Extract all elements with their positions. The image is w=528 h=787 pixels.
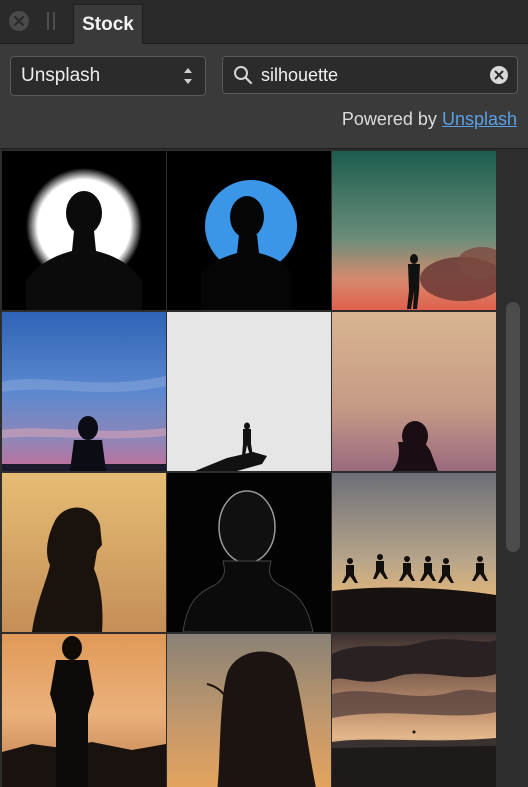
updown-arrows-icon bbox=[184, 68, 192, 84]
search-field[interactable] bbox=[222, 56, 518, 94]
unsplash-link[interactable]: Unsplash bbox=[442, 109, 517, 129]
search-input[interactable] bbox=[261, 57, 471, 93]
thumbnail-woman-hair-sunset[interactable] bbox=[167, 634, 331, 787]
thumbnail-image bbox=[2, 151, 166, 310]
thumbnail-image bbox=[2, 473, 166, 632]
thumbnail-cloudy-sea-sunset[interactable] bbox=[332, 634, 496, 787]
search-icon bbox=[234, 66, 253, 85]
thumbnail-image bbox=[332, 312, 496, 471]
thumbnail-image bbox=[167, 151, 331, 310]
grid-scrollbar[interactable] bbox=[506, 302, 520, 552]
source-select[interactable]: Unsplash bbox=[10, 56, 206, 96]
thumbnail-person-standing-teal-sky[interactable] bbox=[332, 151, 496, 310]
thumbnail-portrait-white-circle[interactable] bbox=[2, 151, 166, 310]
thumbnail-person-on-rock-white[interactable] bbox=[167, 312, 331, 471]
panel-tab-bar: Stock bbox=[0, 0, 528, 44]
tab-stock[interactable]: Stock bbox=[73, 4, 143, 44]
stock-image-grid bbox=[0, 148, 528, 787]
thumbnail-person-blue-sky[interactable] bbox=[2, 312, 166, 471]
clear-search-button[interactable] bbox=[490, 66, 508, 84]
powered-by-text: Powered by Unsplash bbox=[342, 109, 517, 130]
thumbnail-woman-profile-sunset[interactable] bbox=[2, 473, 166, 632]
close-panel-button[interactable] bbox=[9, 11, 29, 31]
thumbnail-image bbox=[332, 151, 496, 310]
clear-icon bbox=[494, 70, 504, 80]
thumbnail-image bbox=[167, 473, 331, 632]
thumbnail-woman-dusk-sky[interactable] bbox=[332, 312, 496, 471]
close-icon bbox=[13, 15, 25, 27]
thumbnail-man-backlit-dark[interactable] bbox=[167, 473, 331, 632]
source-select-value: Unsplash bbox=[21, 65, 101, 86]
powered-by-label: Powered by bbox=[341, 109, 437, 129]
thumbnail-image bbox=[332, 473, 496, 632]
thumbnail-man-standing-sunset[interactable] bbox=[2, 634, 166, 787]
thumbnail-image bbox=[2, 312, 166, 471]
thumbnail-people-jumping-sunset[interactable] bbox=[332, 473, 496, 632]
thumbnail-portrait-blue-circle[interactable] bbox=[167, 151, 331, 310]
thumbnail-image bbox=[167, 312, 331, 471]
thumbnail-image bbox=[332, 634, 496, 787]
thumbnail-image bbox=[167, 634, 331, 787]
thumbnail-image bbox=[2, 634, 166, 787]
drag-handle-icon[interactable] bbox=[47, 12, 55, 30]
